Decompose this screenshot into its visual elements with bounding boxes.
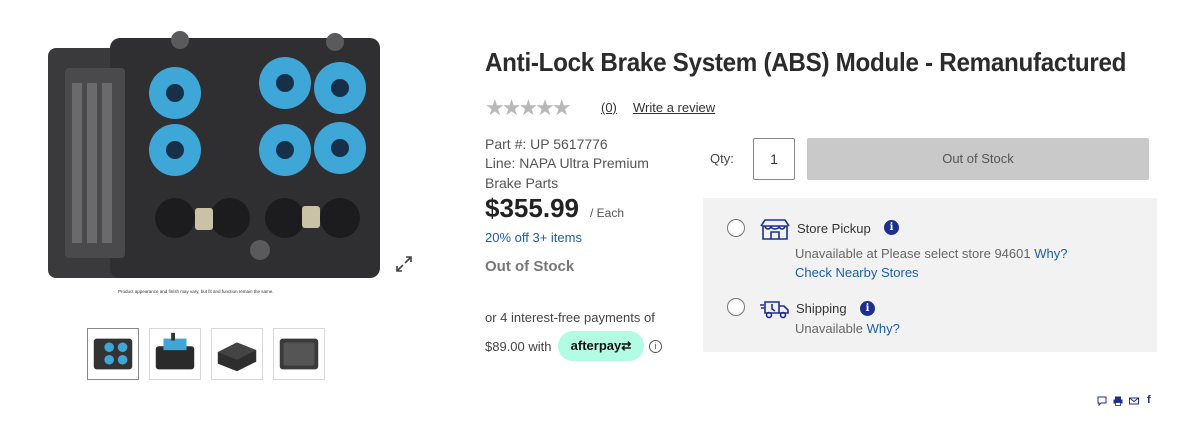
qty-input[interactable]: 1 [753,138,795,180]
facebook-icon[interactable]: f [1147,394,1151,406]
chat-icon[interactable] [1097,396,1107,409]
afterpay-arrow-icon: ⇄ [621,339,632,353]
rating-stars[interactable]: ★★★★★ [485,97,572,119]
thumbnail-1[interactable] [87,328,139,380]
product-line: Line: NAPA Ultra Premium [485,155,649,171]
email-icon[interactable] [1129,396,1139,409]
thumbnail-2[interactable] [149,328,201,380]
pickup-why-link[interactable]: Why? [1034,246,1067,261]
pickup-status-text: Unavailable at Please select store 94601 [795,246,1031,261]
shipping-why-link[interactable]: Why? [867,321,900,336]
stock-status: Out of Stock [485,258,575,275]
promo-link[interactable]: 20% off 3+ items [485,230,582,245]
price-unit: / Each [590,206,625,220]
shipping-info-icon[interactable]: i [860,301,875,316]
thumbnail-4[interactable] [273,328,325,380]
store-icon [759,217,791,241]
expand-icon[interactable] [395,255,413,273]
pickup-info-icon[interactable]: i [884,220,899,235]
info-icon[interactable]: i [649,340,662,353]
store-pickup-label: Store Pickup [797,221,871,236]
image-disclaimer: Product appearance and finish may vary, … [118,289,274,294]
review-count-link[interactable]: (0) [601,100,617,115]
shipping-radio[interactable] [727,298,745,316]
afterpay-label: afterpay [570,338,622,353]
thumbnail-3[interactable] [211,328,263,380]
pickup-radio[interactable] [727,219,745,237]
check-nearby-stores-link[interactable]: Check Nearby Stores [795,265,919,280]
write-review-link[interactable]: Write a review [633,100,715,115]
shipping-status-text: Unavailable [795,321,863,336]
print-icon[interactable] [1113,396,1123,409]
shipping-label: Shipping [796,301,847,316]
product-title: Anti-Lock Brake System (ABS) Module - Re… [485,47,1127,77]
shipping-truck-icon [759,296,791,320]
pickup-status: Unavailable at Please select store 94601… [795,246,1067,261]
shipping-status: Unavailable Why? [795,321,900,336]
part-number: Part #: UP 5617776 [485,136,608,152]
afterpay-badge[interactable]: afterpay⇄ [558,331,644,361]
qty-label: Qty: [710,151,734,166]
installment-text: or 4 interest-free payments of [485,310,655,325]
product-line-cont: Brake Parts [485,175,559,191]
product-main-image[interactable] [40,28,390,290]
out-of-stock-button[interactable]: Out of Stock [807,138,1149,180]
installment-amount: $89.00 with [485,339,552,354]
price: $355.99 [485,193,579,223]
